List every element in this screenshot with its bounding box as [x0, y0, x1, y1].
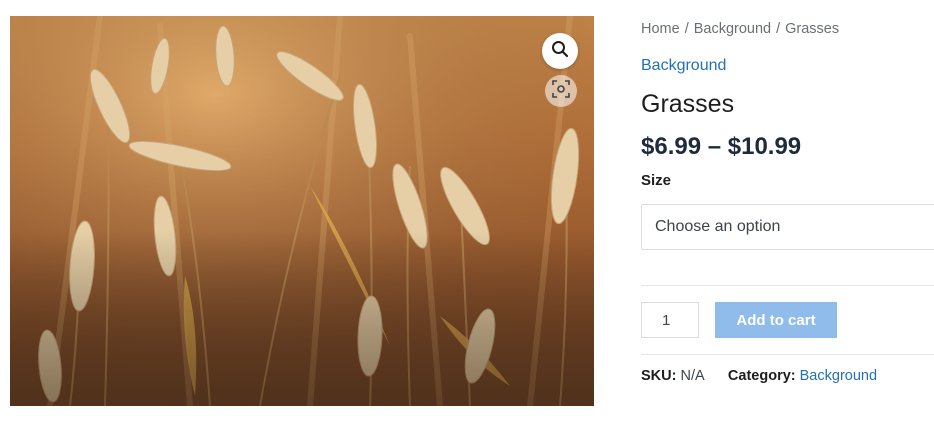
sku-label: SKU: — [641, 368, 677, 384]
breadcrumb-background[interactable]: Background — [694, 21, 771, 37]
magnifier-icon — [551, 40, 569, 63]
add-to-cart-button[interactable]: Add to cart — [715, 302, 837, 338]
product-category-link[interactable]: Background — [641, 57, 726, 75]
product-image-gallery[interactable] — [10, 16, 594, 406]
breadcrumb: Home / Background / Grasses — [641, 21, 839, 37]
visual-search-button[interactable] — [545, 75, 577, 107]
product-meta: SKU: N/A Category: Background — [641, 368, 877, 384]
divider — [641, 354, 934, 355]
breadcrumb-home[interactable]: Home — [641, 21, 680, 37]
breadcrumb-current: Grasses — [785, 21, 840, 37]
sku-value: N/A — [680, 368, 704, 384]
size-select[interactable]: Choose an option — [641, 204, 934, 250]
product-image — [10, 16, 594, 406]
gallery-zoom-button[interactable] — [542, 33, 578, 69]
size-label: Size — [641, 172, 672, 189]
product-price: $6.99 – $10.99 — [641, 133, 802, 160]
breadcrumb-separator: / — [684, 21, 689, 37]
category-value-link[interactable]: Background — [800, 368, 877, 384]
category-label: Category: — [727, 368, 796, 384]
breadcrumb-separator: / — [776, 21, 781, 37]
quantity-input[interactable] — [641, 302, 699, 338]
product-title: Grasses — [641, 90, 735, 118]
divider — [641, 285, 934, 286]
image-scan-icon — [552, 79, 570, 103]
